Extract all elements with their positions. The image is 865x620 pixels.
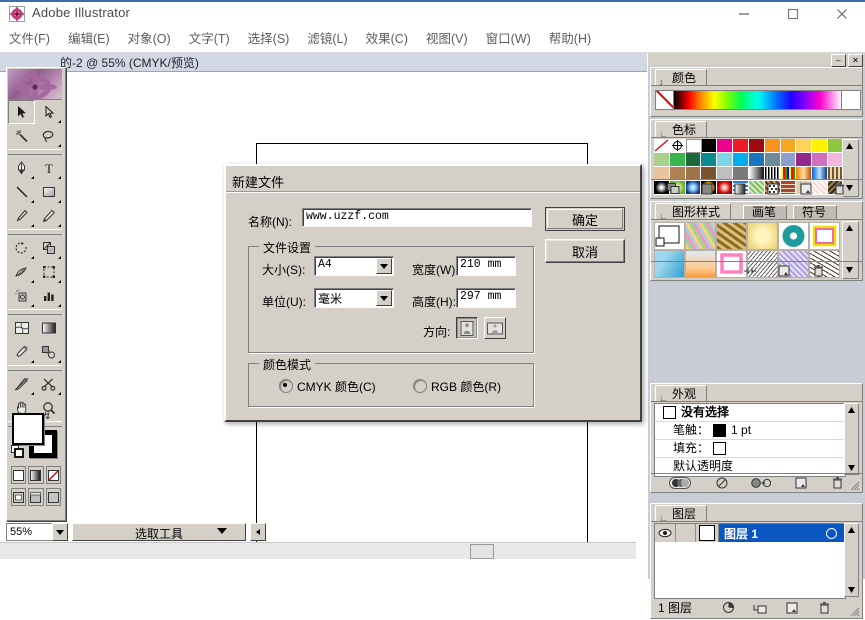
- orientation-label: 方向:: [423, 325, 451, 339]
- landscape-orientation-button[interactable]: [484, 317, 506, 339]
- dialog-title: 新建文件: [232, 175, 285, 190]
- rgb-radio[interactable]: [413, 379, 427, 393]
- layers-footer: 1 图层: [654, 599, 844, 616]
- cmyk-radio[interactable]: [279, 379, 293, 393]
- illustrator-window: Adobe Illustrator 文件(F) 编辑(E) 对象(O) 文字(T…: [0, 0, 865, 619]
- portrait-orientation-button[interactable]: [456, 317, 478, 339]
- ok-button[interactable]: 确定: [545, 207, 625, 231]
- create-new-layer-icon[interactable]: [784, 601, 800, 615]
- resize-grip-icon[interactable]: [850, 606, 860, 617]
- units-select[interactable]: 毫米: [314, 288, 394, 308]
- modal-overlay: 新建文件 名称(N): www.uzzf.com 确定 取消 文件设置 大小(S…: [0, 0, 865, 579]
- new-document-dialog: 新建文件 名称(N): www.uzzf.com 确定 取消 文件设置 大小(S…: [224, 164, 642, 422]
- layer-count-label: 1 图层: [658, 601, 693, 615]
- width-label: 宽度(W):: [412, 263, 459, 277]
- size-label: 大小(S):: [262, 263, 306, 277]
- chevron-down-icon[interactable]: [376, 258, 392, 274]
- color-mode-caption: 颜色模式: [259, 356, 316, 373]
- document-name-input[interactable]: www.uzzf.com: [302, 208, 532, 227]
- file-settings-caption: 文件设置: [259, 239, 316, 256]
- rgb-label[interactable]: RGB 颜色(R): [431, 378, 501, 395]
- chevron-down-icon[interactable]: [376, 290, 392, 306]
- width-input[interactable]: 210 mm: [456, 256, 516, 276]
- size-select[interactable]: A4: [314, 256, 394, 276]
- make-clipping-mask-icon[interactable]: [720, 601, 736, 615]
- height-input[interactable]: 297 mm: [456, 288, 516, 308]
- units-label: 单位(U):: [262, 295, 306, 309]
- size-value: A4: [318, 258, 332, 271]
- create-sublayer-icon[interactable]: [752, 601, 768, 615]
- units-value: 毫米: [318, 292, 343, 306]
- delete-layer-icon[interactable]: [816, 601, 832, 615]
- scroll-down-icon[interactable]: [845, 584, 858, 596]
- dialog-title-separator: [226, 191, 640, 193]
- cancel-button[interactable]: 取消: [545, 239, 625, 263]
- name-label: 名称(N):: [248, 215, 292, 229]
- height-label: 高度(H):: [412, 295, 456, 309]
- cmyk-label[interactable]: CMYK 颜色(C): [297, 378, 376, 395]
